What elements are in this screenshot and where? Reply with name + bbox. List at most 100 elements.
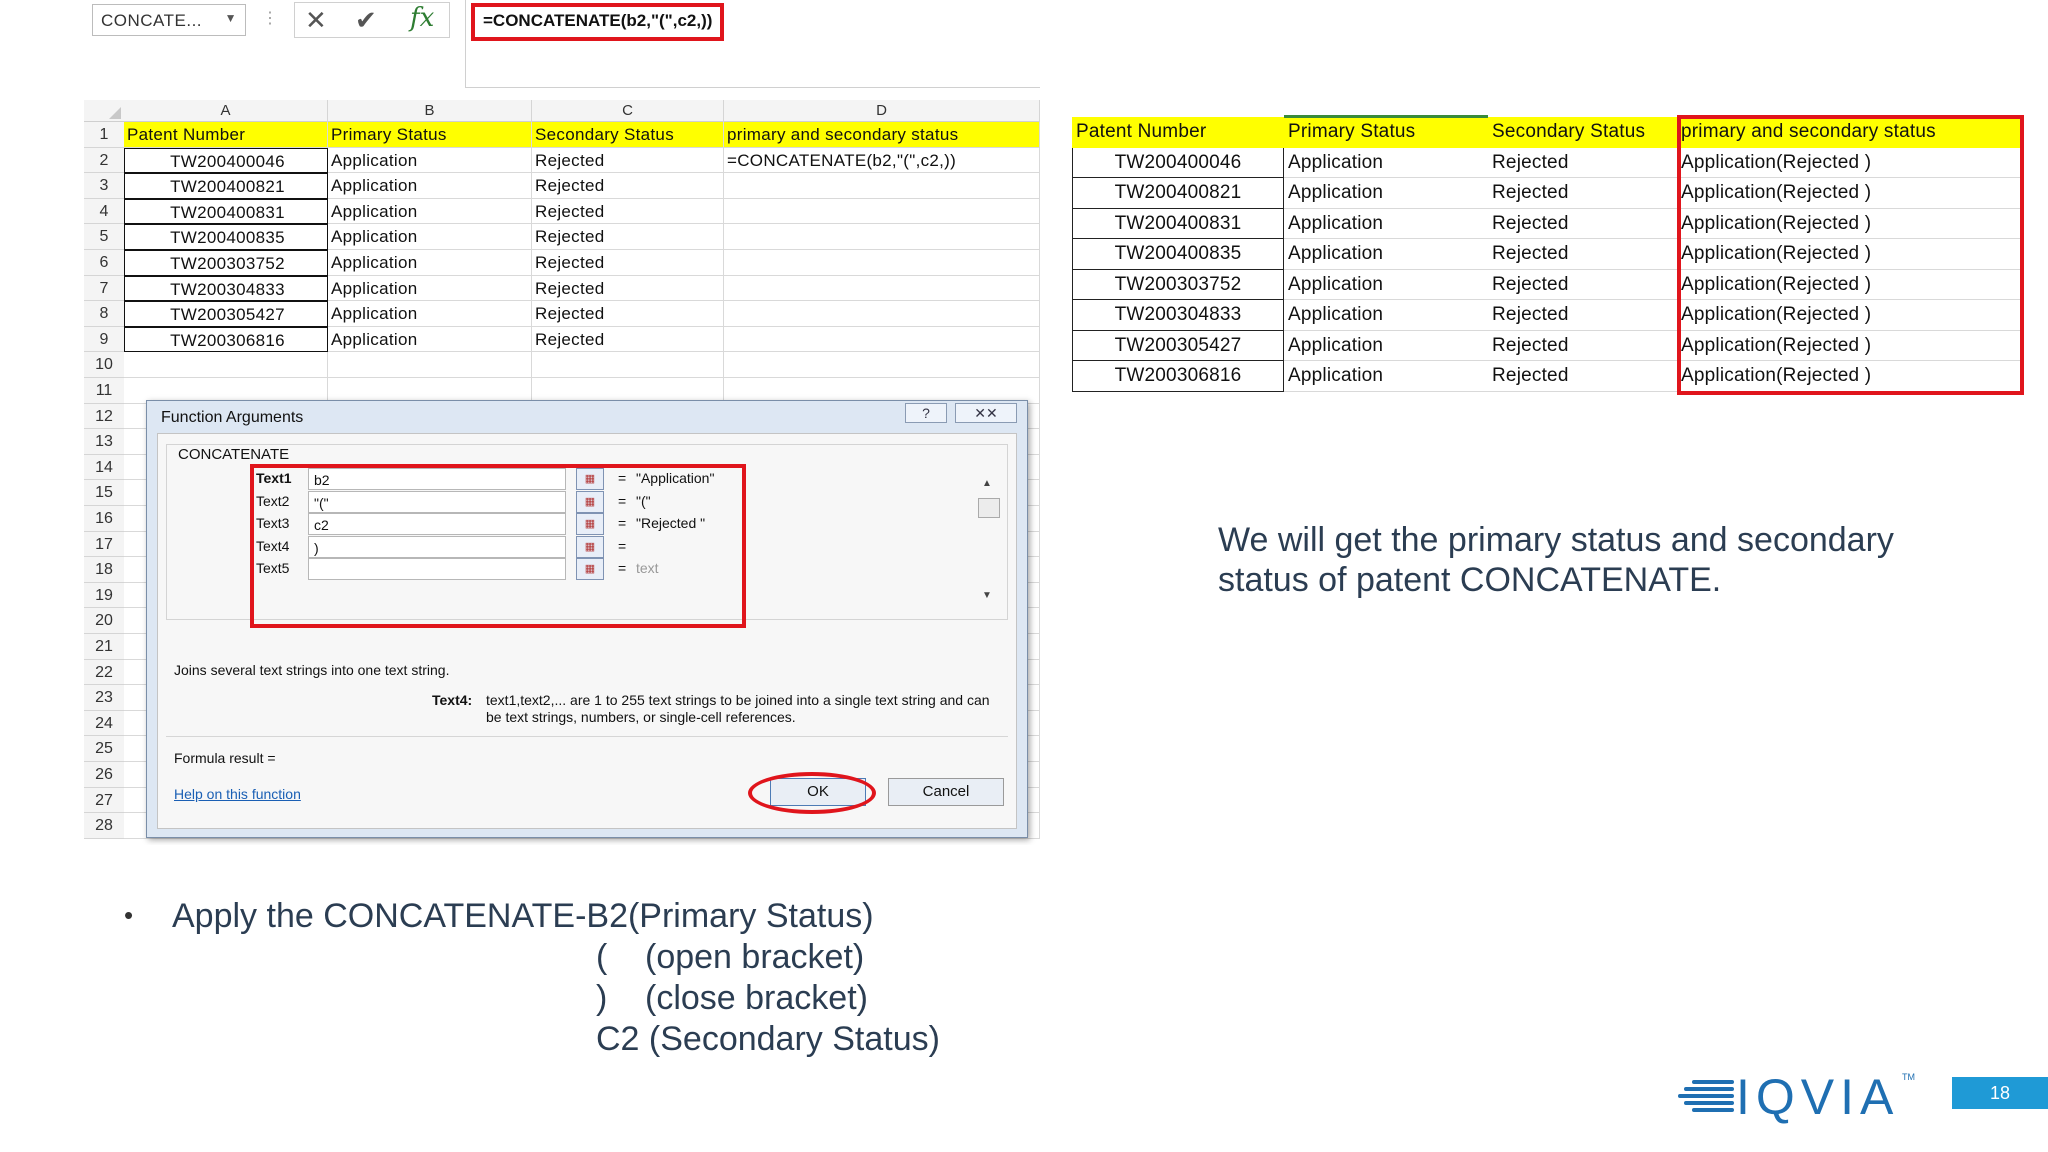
cell-d[interactable] [724, 173, 1040, 199]
instruction-close-bracket-desc: (close bracket) [645, 979, 868, 1017]
formula-buttons: ✕ ✔ fx [294, 2, 450, 38]
row-number[interactable]: 1 [84, 122, 124, 148]
cell-d[interactable] [724, 224, 1040, 250]
cell-c[interactable]: Rejected [532, 250, 724, 276]
header-cell-d[interactable]: primary and secondary status [724, 122, 1040, 148]
name-box[interactable]: CONCATE... ▼ [92, 4, 246, 36]
cancel-x-icon[interactable]: ✕ [305, 5, 327, 36]
row-number[interactable]: 2 [84, 147, 124, 174]
instruction-close-bracket-symbol: ) [596, 979, 608, 1017]
cell-d[interactable]: =CONCATENATE(b2,"(",c2,)) [724, 147, 1040, 174]
row-number[interactable]: 26 [84, 762, 124, 788]
instruction-open-bracket-desc: (open bracket) [645, 938, 865, 976]
row-number[interactable]: 25 [84, 736, 124, 762]
help-on-function-link[interactable]: Help on this function [174, 786, 301, 802]
cell-d[interactable] [724, 326, 1040, 353]
cell-c[interactable]: Rejected [532, 173, 724, 199]
cell-b[interactable]: Application [328, 198, 532, 225]
cell-b[interactable]: Application [328, 301, 532, 327]
cell-c[interactable]: Rejected [532, 224, 724, 250]
row-number[interactable]: 20 [84, 608, 124, 634]
cell-a[interactable]: TW200306816 [124, 326, 328, 353]
cell-a[interactable]: TW200400831 [124, 198, 328, 225]
header-cell-c[interactable]: Secondary Status [532, 122, 724, 148]
cell-d[interactable] [724, 301, 1040, 327]
row-number[interactable]: 17 [84, 531, 124, 558]
cell-c[interactable]: Rejected [532, 147, 724, 174]
cell-a[interactable]: TW200400821 [124, 173, 328, 199]
cell-b[interactable]: Application [328, 326, 532, 353]
checkmark-icon[interactable]: ✔ [355, 5, 377, 36]
column-header-a[interactable]: A [124, 100, 328, 122]
cell-b[interactable]: Application [328, 275, 532, 302]
grid-row: 3 TW200400821 Application Rejected [84, 173, 1040, 199]
row-number[interactable]: 10 [84, 352, 124, 378]
cell-a[interactable]: TW200400835 [124, 224, 328, 250]
result-cell: Application [1284, 209, 1488, 239]
cell-d[interactable] [724, 275, 1040, 302]
cell-a[interactable]: TW200303752 [124, 250, 328, 276]
arguments-scrollbar[interactable]: ▲ ▼ [978, 478, 1000, 606]
row-number[interactable]: 16 [84, 506, 124, 532]
close-button[interactable]: ✕✕ [955, 403, 1017, 423]
row-number[interactable]: 5 [84, 224, 124, 250]
result-cell: Application [1284, 148, 1488, 178]
cell-b[interactable]: Application [328, 250, 532, 276]
cell-b[interactable]: Application [328, 173, 532, 199]
row-number[interactable]: 23 [84, 685, 124, 711]
column-header-d[interactable]: D [724, 100, 1040, 122]
row-number[interactable]: 9 [84, 326, 124, 353]
argument-help-label: Text4: [432, 692, 473, 708]
row-number[interactable]: 24 [84, 710, 124, 737]
cell-c[interactable] [532, 352, 724, 378]
row-number[interactable]: 18 [84, 557, 124, 583]
scroll-up-icon[interactable]: ▲ [982, 478, 992, 489]
row-number[interactable]: 6 [84, 250, 124, 276]
cell-a[interactable]: TW200400046 [124, 147, 328, 174]
row-number[interactable]: 12 [84, 403, 124, 430]
row-number[interactable]: 13 [84, 429, 124, 455]
row-number[interactable]: 28 [84, 813, 124, 839]
result-cell: Rejected [1488, 331, 1677, 361]
result-cell: Application [1284, 300, 1488, 331]
cell-d[interactable] [724, 250, 1040, 276]
select-all-corner[interactable] [84, 100, 124, 122]
header-cell-b[interactable]: Primary Status [328, 122, 532, 148]
help-button[interactable]: ? [905, 403, 947, 423]
grid-row: 4 TW200400831 Application Rejected [84, 198, 1040, 225]
grid-row: 1 Patent Number Primary Status Secondary St… [84, 122, 1040, 148]
row-number[interactable]: 19 [84, 582, 124, 609]
cell-a[interactable] [124, 352, 328, 378]
explanation-text: We will get the primary status and secon… [1218, 521, 1894, 599]
cell-d[interactable] [724, 352, 1040, 378]
cell-b[interactable]: Application [328, 147, 532, 174]
row-number[interactable]: 14 [84, 454, 124, 481]
column-header-c[interactable]: C [532, 100, 724, 122]
cell-a[interactable]: TW200304833 [124, 275, 328, 302]
cell-b[interactable] [328, 352, 532, 378]
row-number[interactable]: 11 [84, 378, 124, 404]
cell-a[interactable]: TW200305427 [124, 301, 328, 327]
header-cell-a[interactable]: Patent Number [124, 122, 328, 148]
row-number[interactable]: 22 [84, 659, 124, 686]
result-header-cell: Primary Status [1284, 117, 1488, 148]
cell-c[interactable]: Rejected [532, 301, 724, 327]
row-number[interactable]: 27 [84, 787, 124, 814]
row-number[interactable]: 21 [84, 634, 124, 660]
scroll-thumb[interactable] [978, 498, 1000, 518]
cell-c[interactable]: Rejected [532, 275, 724, 302]
row-number[interactable]: 3 [84, 173, 124, 199]
cell-b[interactable]: Application [328, 224, 532, 250]
row-number[interactable]: 4 [84, 198, 124, 225]
row-number[interactable]: 15 [84, 480, 124, 506]
row-number[interactable]: 7 [84, 275, 124, 302]
cell-c[interactable]: Rejected [532, 326, 724, 353]
chevron-down-icon[interactable]: ▼ [225, 11, 237, 25]
cancel-button[interactable]: Cancel [888, 778, 1004, 806]
insert-function-icon[interactable]: fx [410, 3, 434, 33]
scroll-down-icon[interactable]: ▼ [982, 590, 992, 601]
row-number[interactable]: 8 [84, 301, 124, 327]
cell-c[interactable]: Rejected [532, 198, 724, 225]
cell-d[interactable] [724, 198, 1040, 225]
column-header-b[interactable]: B [328, 100, 532, 122]
